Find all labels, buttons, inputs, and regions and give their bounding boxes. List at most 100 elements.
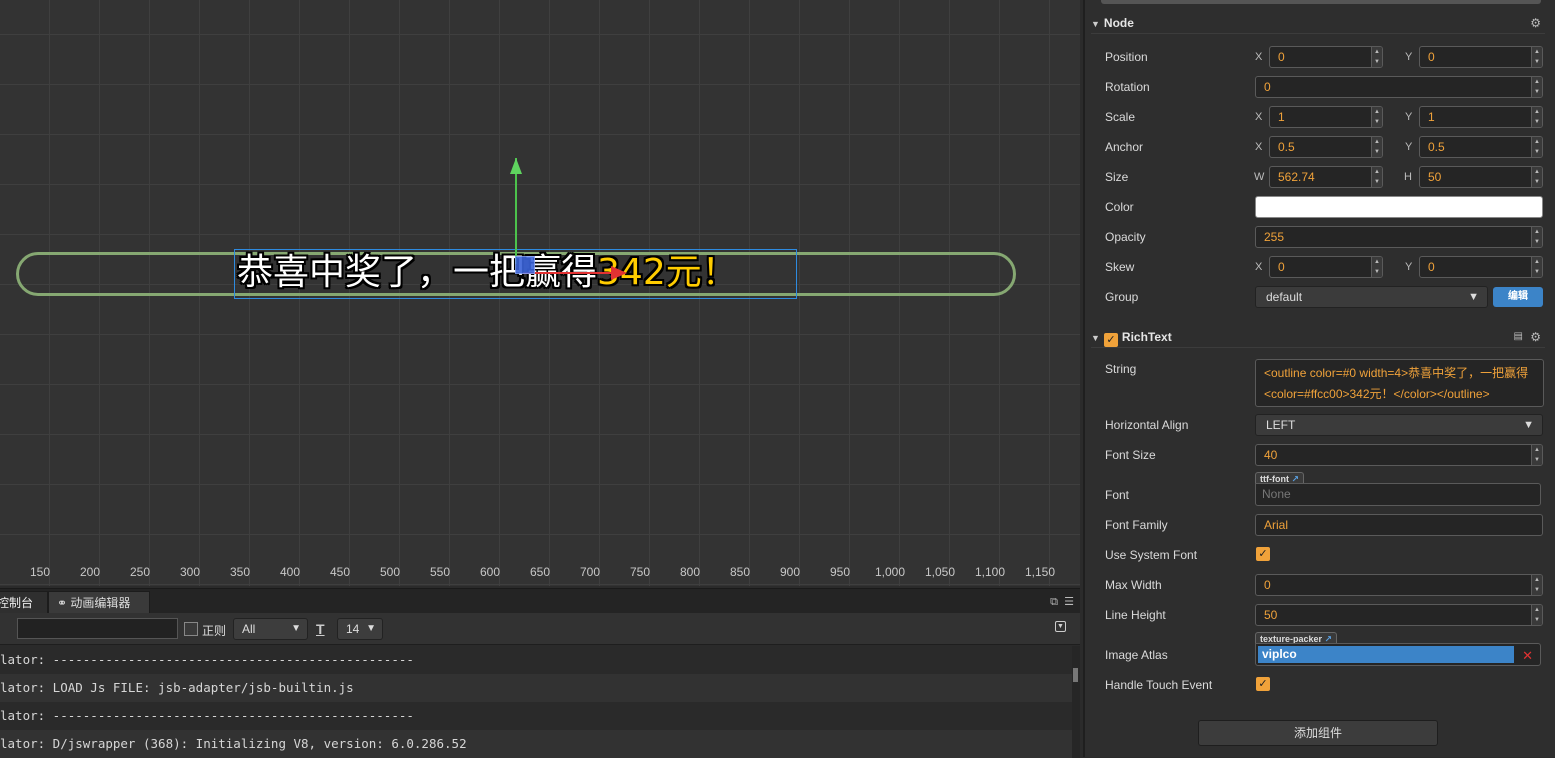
rotation-value: 0 bbox=[1264, 80, 1271, 94]
stepper-icon[interactable]: ▲ ▼ bbox=[1531, 257, 1542, 277]
ruler-tick-label: 250 bbox=[129, 565, 151, 579]
gizmo-x-arrow-icon[interactable] bbox=[611, 266, 627, 280]
axis-h-label: H bbox=[1404, 171, 1412, 183]
font-size-value: 14 bbox=[346, 622, 360, 636]
stepper-icon[interactable]: ▲ ▼ bbox=[1531, 137, 1542, 157]
font-size-select[interactable]: 14 ▼ bbox=[337, 618, 383, 640]
font-asset-field[interactable]: None bbox=[1255, 483, 1541, 506]
axis-y-label: Y bbox=[1405, 111, 1413, 123]
line-height-field[interactable]: 50 ▲ ▼ bbox=[1255, 604, 1543, 626]
regex-label: 正则 bbox=[202, 624, 227, 638]
stepper-icon[interactable]: ▲ ▼ bbox=[1531, 47, 1542, 67]
scale-x-field[interactable]: 1 ▲ ▼ bbox=[1269, 106, 1383, 128]
horizontal-align-select[interactable]: LEFT ▼ bbox=[1255, 414, 1543, 436]
anchor-x-field[interactable]: 0.5 ▲ ▼ bbox=[1269, 136, 1383, 158]
ruler-tick-label: 1,100 bbox=[974, 565, 1006, 579]
chevron-down-icon: ▼ bbox=[366, 623, 376, 634]
position-x-field[interactable]: 0 ▲ ▼ bbox=[1269, 46, 1383, 68]
rotation-field[interactable]: 0 ▲ ▼ bbox=[1255, 76, 1543, 98]
chevron-down-icon: ▼ bbox=[1523, 419, 1534, 431]
add-component-button[interactable]: 添加组件 bbox=[1198, 720, 1438, 746]
stepper-icon[interactable]: ▲ ▼ bbox=[1371, 257, 1382, 277]
stepper-icon[interactable]: ▲ ▼ bbox=[1531, 605, 1542, 625]
ruler-tick-label: 1,050 bbox=[924, 565, 956, 579]
opacity-value: 255 bbox=[1264, 230, 1285, 244]
richtext-node[interactable]: 恭喜中奖了，一把赢得342元！ bbox=[237, 250, 738, 296]
axis-x-label: X bbox=[1255, 51, 1263, 63]
collapse-icon[interactable]: ▼ bbox=[1055, 621, 1066, 632]
log-scrollbar[interactable] bbox=[1072, 646, 1080, 758]
anchor-label: Anchor bbox=[1105, 140, 1144, 154]
font-size-label: Font Size bbox=[1105, 448, 1156, 462]
stepper-icon[interactable]: ▲ ▼ bbox=[1371, 107, 1382, 127]
string-textarea[interactable]: <outline color=#0 width=4>恭喜中奖了，一把赢得<col… bbox=[1255, 359, 1544, 407]
menu-icon[interactable]: ☰ bbox=[1064, 596, 1074, 608]
log-level-select[interactable]: All ▼ bbox=[233, 618, 308, 640]
richtext-section-header[interactable]: ▼ ✓ RichText ▤ ⚙ bbox=[1091, 326, 1545, 348]
panel-menu-icons[interactable]: ⧉ ☰ bbox=[1050, 595, 1074, 609]
richtext-enabled-checkbox[interactable]: ✓ bbox=[1103, 333, 1118, 347]
stepper-icon[interactable]: ▲ ▼ bbox=[1531, 445, 1542, 465]
size-label: Size bbox=[1105, 170, 1129, 184]
anchor-y-field[interactable]: 0.5 ▲ ▼ bbox=[1419, 136, 1543, 158]
tab-animation-editor[interactable]: ⚭ 动画编辑器 bbox=[48, 591, 150, 613]
font-family-value: Arial bbox=[1264, 518, 1289, 532]
handle-touch-event-checkbox[interactable]: ✓ bbox=[1256, 677, 1270, 691]
stepper-icon[interactable]: ▲ ▼ bbox=[1531, 77, 1542, 97]
scrollbar-thumb[interactable] bbox=[1073, 668, 1078, 682]
size-h-field[interactable]: 50 ▲ ▼ bbox=[1419, 166, 1543, 188]
collapse-triangle-icon[interactable]: ▼ bbox=[1091, 19, 1100, 29]
font-label: Font bbox=[1105, 488, 1130, 502]
string-value: <outline color=#0 width=4>恭喜中奖了，一把赢得<col… bbox=[1264, 366, 1529, 401]
max-width-field[interactable]: 0 ▲ ▼ bbox=[1255, 574, 1543, 596]
log-level-value: All bbox=[242, 622, 256, 636]
stepper-icon[interactable]: ▲ ▼ bbox=[1371, 167, 1382, 187]
use-system-font-checkbox[interactable]: ✓ bbox=[1256, 547, 1270, 561]
stepper-icon[interactable]: ▲ ▼ bbox=[1371, 47, 1382, 67]
ruler-tick-label: 950 bbox=[829, 565, 851, 579]
ruler-tick-label: 300 bbox=[179, 565, 201, 579]
stepper-icon[interactable]: ▲ ▼ bbox=[1531, 167, 1542, 187]
size-w-field[interactable]: 562.74 ▲ ▼ bbox=[1269, 166, 1383, 188]
skew-y-field[interactable]: 0 ▲ ▼ bbox=[1419, 256, 1543, 278]
ruler-tick-label: 500 bbox=[379, 565, 401, 579]
gizmo-center-handle[interactable] bbox=[515, 256, 535, 274]
node-section-header[interactable]: ▼ Node ⚙ bbox=[1091, 12, 1545, 34]
atlas-asset-field[interactable]: viplco ✕ bbox=[1255, 643, 1541, 666]
skew-x-value: 0 bbox=[1278, 260, 1285, 274]
stepper-icon[interactable]: ▲ ▼ bbox=[1371, 137, 1382, 157]
ruler-tick-label: 550 bbox=[429, 565, 451, 579]
gizmo-x-axis[interactable] bbox=[523, 272, 613, 274]
ruler-tick-label: 800 bbox=[679, 565, 701, 579]
font-size-field[interactable]: 40 ▲ ▼ bbox=[1255, 444, 1543, 466]
tab-console[interactable]: 控制台 bbox=[0, 591, 48, 613]
ruler-tick-label: 1,000 bbox=[874, 565, 906, 579]
regex-checkbox[interactable] bbox=[184, 622, 198, 636]
book-icon[interactable]: ▤ bbox=[1514, 326, 1523, 348]
gear-icon[interactable]: ⚙ bbox=[1530, 326, 1541, 348]
collapse-triangle-icon[interactable]: ▼ bbox=[1091, 333, 1100, 343]
position-y-field[interactable]: 0 ▲ ▼ bbox=[1419, 46, 1543, 68]
use-system-font-label: Use System Font bbox=[1105, 548, 1198, 562]
close-icon[interactable]: ✕ bbox=[1522, 645, 1533, 666]
group-edit-button[interactable]: 编辑 bbox=[1493, 287, 1543, 307]
color-field[interactable] bbox=[1255, 196, 1543, 218]
scene-view[interactable]: 恭喜中奖了，一把赢得342元！ 150 200 250 300 350 400 450 500… bbox=[0, 0, 1080, 586]
font-family-field[interactable]: Arial bbox=[1255, 514, 1543, 536]
skew-x-field[interactable]: 0 ▲ ▼ bbox=[1269, 256, 1383, 278]
axis-w-label: W bbox=[1254, 171, 1265, 183]
stepper-icon[interactable]: ▲ ▼ bbox=[1531, 107, 1542, 127]
anchor-x-value: 0.5 bbox=[1278, 140, 1295, 154]
horizontal-align-label: Horizontal Align bbox=[1105, 418, 1189, 432]
maximize-icon[interactable]: ⧉ bbox=[1050, 596, 1058, 608]
stepper-icon[interactable]: ▲ ▼ bbox=[1531, 227, 1542, 247]
console-search-input[interactable] bbox=[17, 618, 178, 639]
gear-icon[interactable]: ⚙ bbox=[1530, 12, 1541, 34]
console-tabbar: 控制台 ⚭ 动画编辑器 ⧉ ☰ bbox=[0, 589, 1080, 613]
group-select[interactable]: default ▼ bbox=[1255, 286, 1488, 308]
scale-y-field[interactable]: 1 ▲ ▼ bbox=[1419, 106, 1543, 128]
opacity-field[interactable]: 255 ▲ ▼ bbox=[1255, 226, 1543, 248]
axis-x-label: X bbox=[1255, 111, 1263, 123]
stepper-icon[interactable]: ▲ ▼ bbox=[1531, 575, 1542, 595]
gizmo-y-arrow-icon[interactable] bbox=[510, 158, 522, 174]
